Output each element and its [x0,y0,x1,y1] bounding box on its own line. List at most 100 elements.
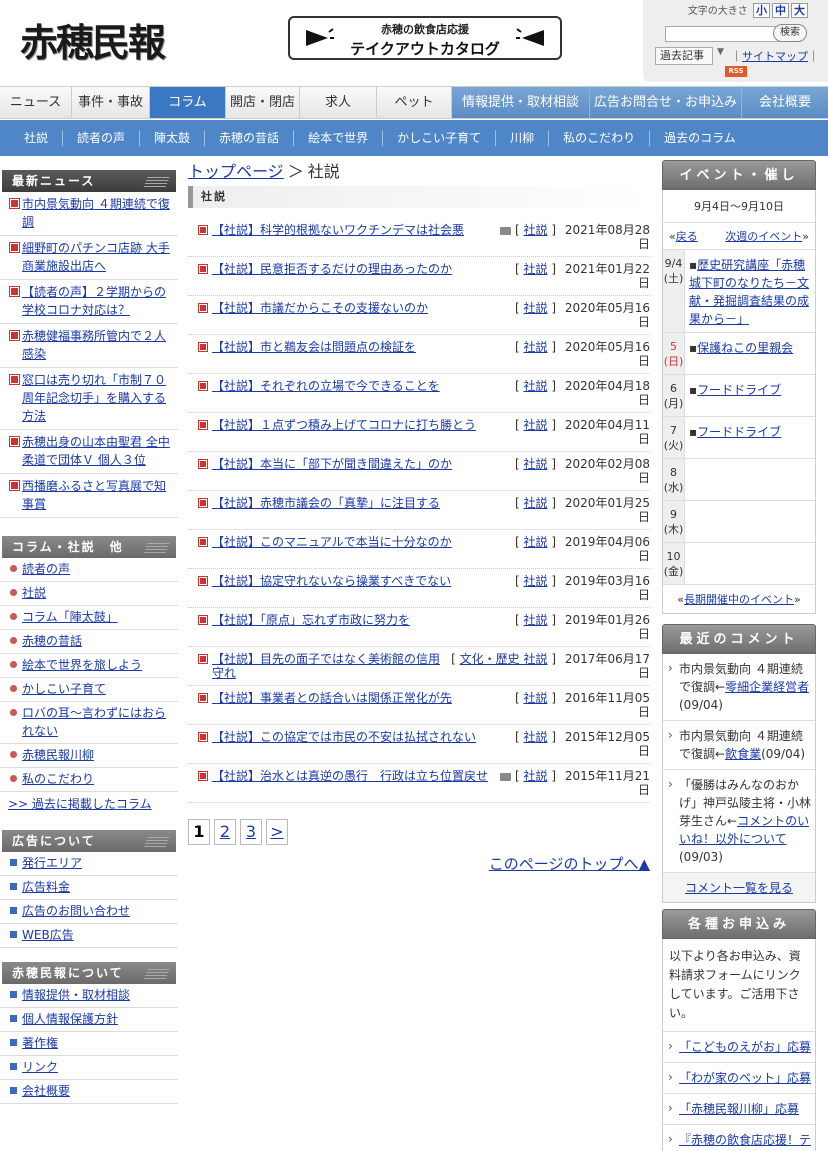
ad-link[interactable]: 広告のお問い合わせ [22,904,130,918]
column-link[interactable]: 赤穂の昔話 [22,634,82,648]
nav-incidents[interactable]: 事件・事故 [72,87,150,118]
subnav-senryu[interactable]: 川柳 [496,130,550,146]
list-item[interactable]: 赤穂民報川柳 [0,744,178,768]
apply-link[interactable]: 「こどものえがお」応募 [679,1040,811,1054]
subnav-kodawari[interactable]: 私のこだわり [549,130,651,146]
list-item[interactable]: 西播磨ふるさと写真展で知事賞 [0,474,178,518]
subnav-readers-voice[interactable]: 読者の声 [63,130,141,146]
article-category-link[interactable]: 社説 [523,730,547,744]
about-link[interactable]: 情報提供・取材相談 [22,988,130,1002]
takeout-banner[interactable]: 赤穂の飲食店応援 テイクアウトカタログ [288,16,562,60]
event-link[interactable]: 保護ねこの里親会 [697,341,793,355]
article-category-link[interactable]: 社説 [523,457,547,471]
subnav-old-tales[interactable]: 赤穂の昔話 [205,130,295,146]
about-link[interactable]: 個人情報保護方針 [22,1012,118,1026]
article-category-link[interactable]: 社説 [523,379,547,393]
comment-author-link[interactable]: 飲食業 [725,747,761,761]
article-category-link[interactable]: 社説 [523,613,547,627]
nav-column[interactable]: コラム [150,87,226,118]
article-category-link[interactable]: 社説 [523,574,547,588]
list-item[interactable]: 赤穂健福事務所管内で２人感染 [0,324,178,368]
article-category-link[interactable]: 社説 [523,262,547,276]
ad-link[interactable]: WEB広告 [22,928,74,942]
list-item[interactable]: コラム「陣太鼓」 [0,606,178,630]
list-item[interactable]: かしこい子育て [0,678,178,702]
list-item[interactable]: リンク [0,1056,178,1080]
column-link[interactable]: 絵本で世界を旅しよう [22,658,142,672]
list-item[interactable]: 赤穂出身の山本由聖君 全中柔道で団体Ｖ 個人３位 [0,430,178,474]
nav-openclose[interactable]: 開店・閉店 [226,87,300,118]
page-3[interactable]: 3 [240,819,262,845]
search-button[interactable]: 検索 [773,24,807,42]
site-logo[interactable]: 赤穂民報 [20,18,168,68]
column-link[interactable]: 社説 [22,586,46,600]
news-link[interactable]: 赤穂健福事務所管内で２人感染 [22,329,166,361]
column-link[interactable]: かしこい子育て [22,682,106,696]
nav-company[interactable]: 会社概要 [742,87,828,118]
subnav-past-columns[interactable]: 過去のコラム [650,130,750,146]
archive-select[interactable]: 過去記事 [655,47,713,65]
page-2[interactable]: 2 [214,819,236,845]
article-category-link[interactable]: 社説 [523,691,547,705]
event-prev-link[interactable]: 戻る [676,230,698,243]
article-title-link[interactable]: 【社説】「原点」忘れず市政に努力を [212,613,410,627]
article-title-link[interactable]: 【社説】目先の面子ではなく美術館の信用守れ [212,652,440,680]
article-title-link[interactable]: 【社説】治水とは真逆の愚行 行政は立ち位置戻せ [212,769,488,783]
list-item[interactable]: 絵本で世界を旅しよう [0,654,178,678]
about-link[interactable]: 著作権 [22,1036,58,1050]
list-item[interactable]: 情報提供・取材相談 [0,984,178,1008]
font-size-small-button[interactable]: 小 [753,3,770,18]
article-title-link[interactable]: 【社説】事業者との話合いは関係正常化が先 [212,691,452,705]
list-item[interactable]: 広告料金 [0,876,178,900]
article-category-link[interactable]: 社説 [523,223,547,237]
news-link[interactable]: 細野町のパチンコ店跡 大手商業施設出店へ [22,241,170,273]
comment-author-link[interactable]: 零細企業経営者 [725,680,809,694]
article-category-link[interactable]: 社説 [523,340,547,354]
nav-info-request[interactable]: 情報提供・取材相談 [452,87,590,118]
column-link[interactable]: 読者の声 [22,562,70,576]
list-item[interactable]: 細野町のパチンコ店跡 大手商業施設出店へ [0,236,178,280]
about-link[interactable]: リンク [22,1060,58,1074]
list-item[interactable]: 赤穂の昔話 [0,630,178,654]
article-title-link[interactable]: 【社説】この協定では市民の不安は払拭されない [212,730,476,744]
article-category-link[interactable]: 社説 [523,496,547,510]
ad-link[interactable]: 発行エリア [22,856,82,870]
list-item[interactable]: 社説 [0,582,178,606]
article-title-link[interactable]: 【社説】民意拒否するだけの理由あったのか [212,262,452,276]
column-link[interactable]: ロバの耳～言わずにはおられない [22,706,166,738]
list-item[interactable]: WEB広告 [0,924,178,948]
news-link[interactable]: 窓口は売り切れ「市制７０周年記念切手」を購入する方法 [22,373,166,423]
subnav-jindaiko[interactable]: 陣太鼓 [140,130,206,146]
article-title-link[interactable]: 【社説】市議だからこその支援ないのか [212,301,428,315]
article-category-link[interactable]: 社説 [523,769,547,783]
article-category-link[interactable]: 社説 [523,301,547,315]
apply-link[interactable]: 「わが家のペット」応募 [679,1071,811,1085]
event-link[interactable]: 歴史研究講座「赤穂城下町のなりたち－文献・発掘調査結果の成果から－」 [689,258,809,326]
list-item[interactable]: 市内景気動向 ４期連続で復調 [0,192,178,236]
list-item[interactable]: 発行エリア [0,852,178,876]
apply-link[interactable]: 『赤穂の飲食店応援！テイクアウトカタログ』 [679,1133,811,1151]
apply-link[interactable]: 「赤穂民報川柳」応募 [679,1102,799,1116]
news-link[interactable]: 西播磨ふるさと写真展で知事賞 [22,479,166,511]
column-link[interactable]: コラム「陣太鼓」 [22,610,118,624]
article-title-link[interactable]: 【社説】科学的根拠ないワクチンデマは社会悪 [212,223,464,237]
article-title-link[interactable]: 【社説】市と鵜友会は問題点の検証を [212,340,416,354]
page-next[interactable]: > [266,819,288,845]
subnav-editorial[interactable]: 社説 [10,130,64,146]
font-size-medium-button[interactable]: 中 [772,3,789,18]
article-title-link[interactable]: 【社説】協定守れないなら操業すべきでない [212,574,451,588]
event-link[interactable]: フードドライブ [697,425,781,439]
font-size-large-button[interactable]: 大 [791,3,808,18]
nav-jobs[interactable]: 求人 [300,87,377,118]
news-link[interactable]: 赤穂出身の山本由聖君 全中柔道で団体Ｖ 個人３位 [22,435,170,467]
article-title-link[interactable]: 【社説】それぞれの立場で今できることを [212,379,440,393]
news-link[interactable]: 市内景気動向 ４期連続で復調 [22,197,170,229]
list-item[interactable]: 個人情報保護方針 [0,1008,178,1032]
list-item[interactable]: 広告のお問い合わせ [0,900,178,924]
list-item[interactable]: 私のこだわり [0,768,178,792]
article-title-link[interactable]: 【社説】１点ずつ積み上げてコロナに打ち勝とう [212,418,476,432]
list-item[interactable]: 著作権 [0,1032,178,1056]
breadcrumb-home[interactable]: トップページ [188,162,284,181]
article-title-link[interactable]: 【社説】赤穂市議会の「真摯」に注目する [212,496,440,510]
list-item[interactable]: 【読者の声】２学期からの学校コロナ対応は？ [0,280,178,324]
